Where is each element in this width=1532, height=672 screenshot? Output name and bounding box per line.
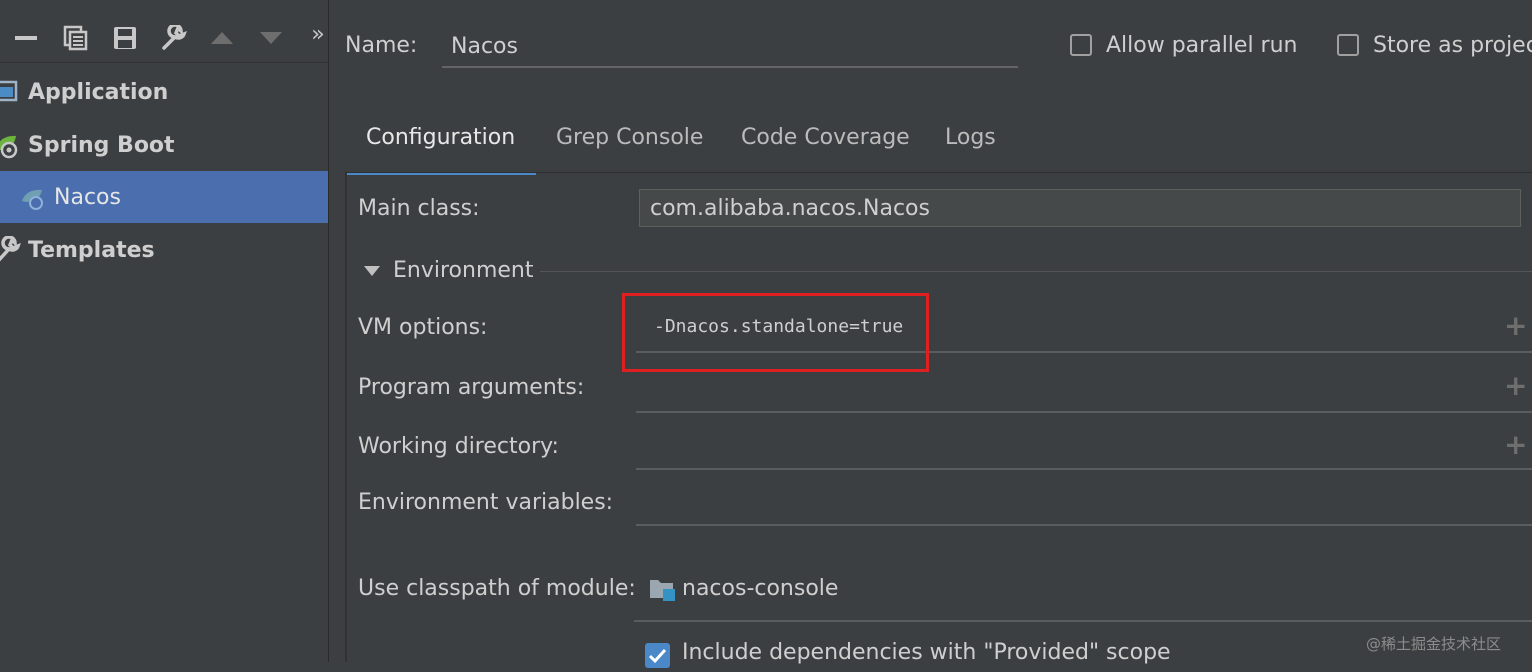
tree-item-application[interactable]: Application: [0, 66, 328, 118]
vm-options-label: VM options:: [358, 315, 488, 340]
allow-parallel-checkbox[interactable]: [1070, 34, 1092, 56]
include-provided-label: Include dependencies with "Provided" sco…: [682, 640, 1171, 665]
tab-grep-console[interactable]: Grep Console: [535, 110, 724, 172]
sidebar-toolbar: »: [0, 0, 328, 63]
arrow-up-icon[interactable]: [208, 22, 236, 54]
tab-separator: [345, 172, 1532, 173]
environment-section-title[interactable]: Environment: [393, 258, 533, 283]
program-arguments-input[interactable]: [636, 411, 1532, 413]
spring-boot-icon: [20, 183, 50, 211]
expand-plus-icon[interactable]: +: [1504, 369, 1527, 402]
classpath-module-underline: [634, 620, 1532, 622]
section-divider: [540, 271, 1532, 272]
more-icon[interactable]: »: [304, 18, 332, 50]
main-class-label: Main class:: [358, 196, 480, 221]
tree-item-label: Application: [28, 79, 169, 105]
store-as-project-label: Store as project: [1373, 33, 1532, 58]
config-frame: [345, 173, 347, 662]
classpath-module-label: Use classpath of module:: [358, 576, 636, 601]
tree-item-spring-boot[interactable]: Spring Boot: [0, 119, 328, 171]
module-folder-icon: [649, 576, 677, 602]
save-icon[interactable]: [111, 22, 139, 54]
expand-plus-icon[interactable]: +: [1504, 428, 1527, 461]
tab-code-coverage[interactable]: Code Coverage: [720, 110, 931, 172]
minus-icon[interactable]: [12, 22, 40, 54]
allow-parallel-label: Allow parallel run: [1106, 33, 1298, 58]
name-label: Name:: [345, 33, 418, 58]
tree-item-label: Spring Boot: [28, 132, 175, 158]
classpath-module-select[interactable]: nacos-console: [682, 576, 838, 601]
config-tabs: Configuration Grep Console Code Coverage…: [345, 110, 1532, 175]
application-icon: [0, 78, 24, 106]
expand-plus-icon[interactable]: +: [1504, 309, 1527, 342]
working-directory-input[interactable]: [636, 468, 1532, 470]
name-input[interactable]: Nacos: [442, 26, 1018, 68]
configurations-sidebar: » Application Spring Boot Nacos Template…: [0, 0, 329, 662]
copy-icon[interactable]: [62, 22, 90, 54]
main-class-input[interactable]: com.alibaba.nacos.Nacos: [639, 189, 1521, 227]
annotation-highlight-box: [622, 293, 929, 372]
store-as-project-checkbox[interactable]: [1337, 34, 1359, 56]
collapse-arrow-icon[interactable]: [364, 266, 380, 276]
tree-item-nacos[interactable]: Nacos: [0, 171, 328, 223]
program-arguments-label: Program arguments:: [358, 375, 585, 400]
watermark-text: @稀土掘金技术社区: [1366, 635, 1502, 653]
tree-item-label: Nacos: [54, 184, 121, 210]
wrench-icon[interactable]: [160, 22, 188, 54]
wrench-icon: [0, 235, 24, 264]
tree-item-label: Templates: [28, 237, 155, 263]
environment-variables-label: Environment variables:: [358, 490, 614, 515]
arrow-down-icon[interactable]: [257, 22, 285, 54]
include-provided-checkbox[interactable]: [645, 643, 670, 668]
tab-logs[interactable]: Logs: [924, 110, 1017, 172]
tree-item-templates[interactable]: Templates: [0, 224, 328, 276]
tab-configuration[interactable]: Configuration: [345, 110, 537, 175]
environment-variables-input[interactable]: [636, 524, 1532, 526]
working-directory-label: Working directory:: [358, 434, 559, 459]
spring-boot-icon: [0, 131, 24, 159]
